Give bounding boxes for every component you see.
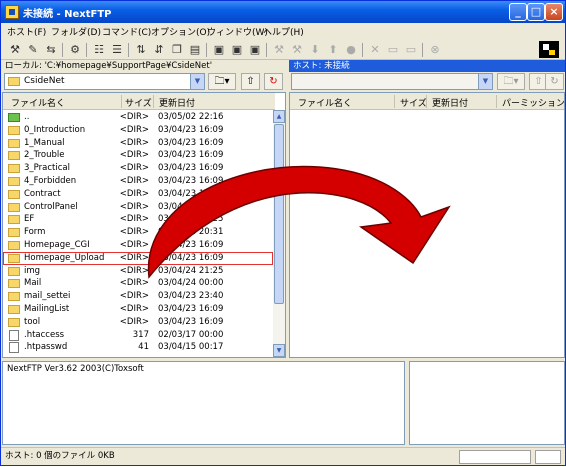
status-text: ホスト: 0 個のファイル 0KB: [5, 451, 115, 461]
log-text: NextFTP Ver3.62 2003(C)Toxsoft: [7, 364, 144, 374]
status-box: [459, 450, 531, 464]
log-pane[interactable]: NextFTP Ver3.62 2003(C)Toxsoft: [2, 361, 405, 445]
transfer-pane[interactable]: [409, 361, 565, 445]
app-window: 未接続 - NextFTP _ □ × ホスト(F) フォルダ(D) コマンド(…: [0, 0, 566, 466]
resize-grip[interactable]: [535, 450, 561, 464]
status-bar: ホスト: 0 個のファイル 0KB: [1, 447, 565, 465]
